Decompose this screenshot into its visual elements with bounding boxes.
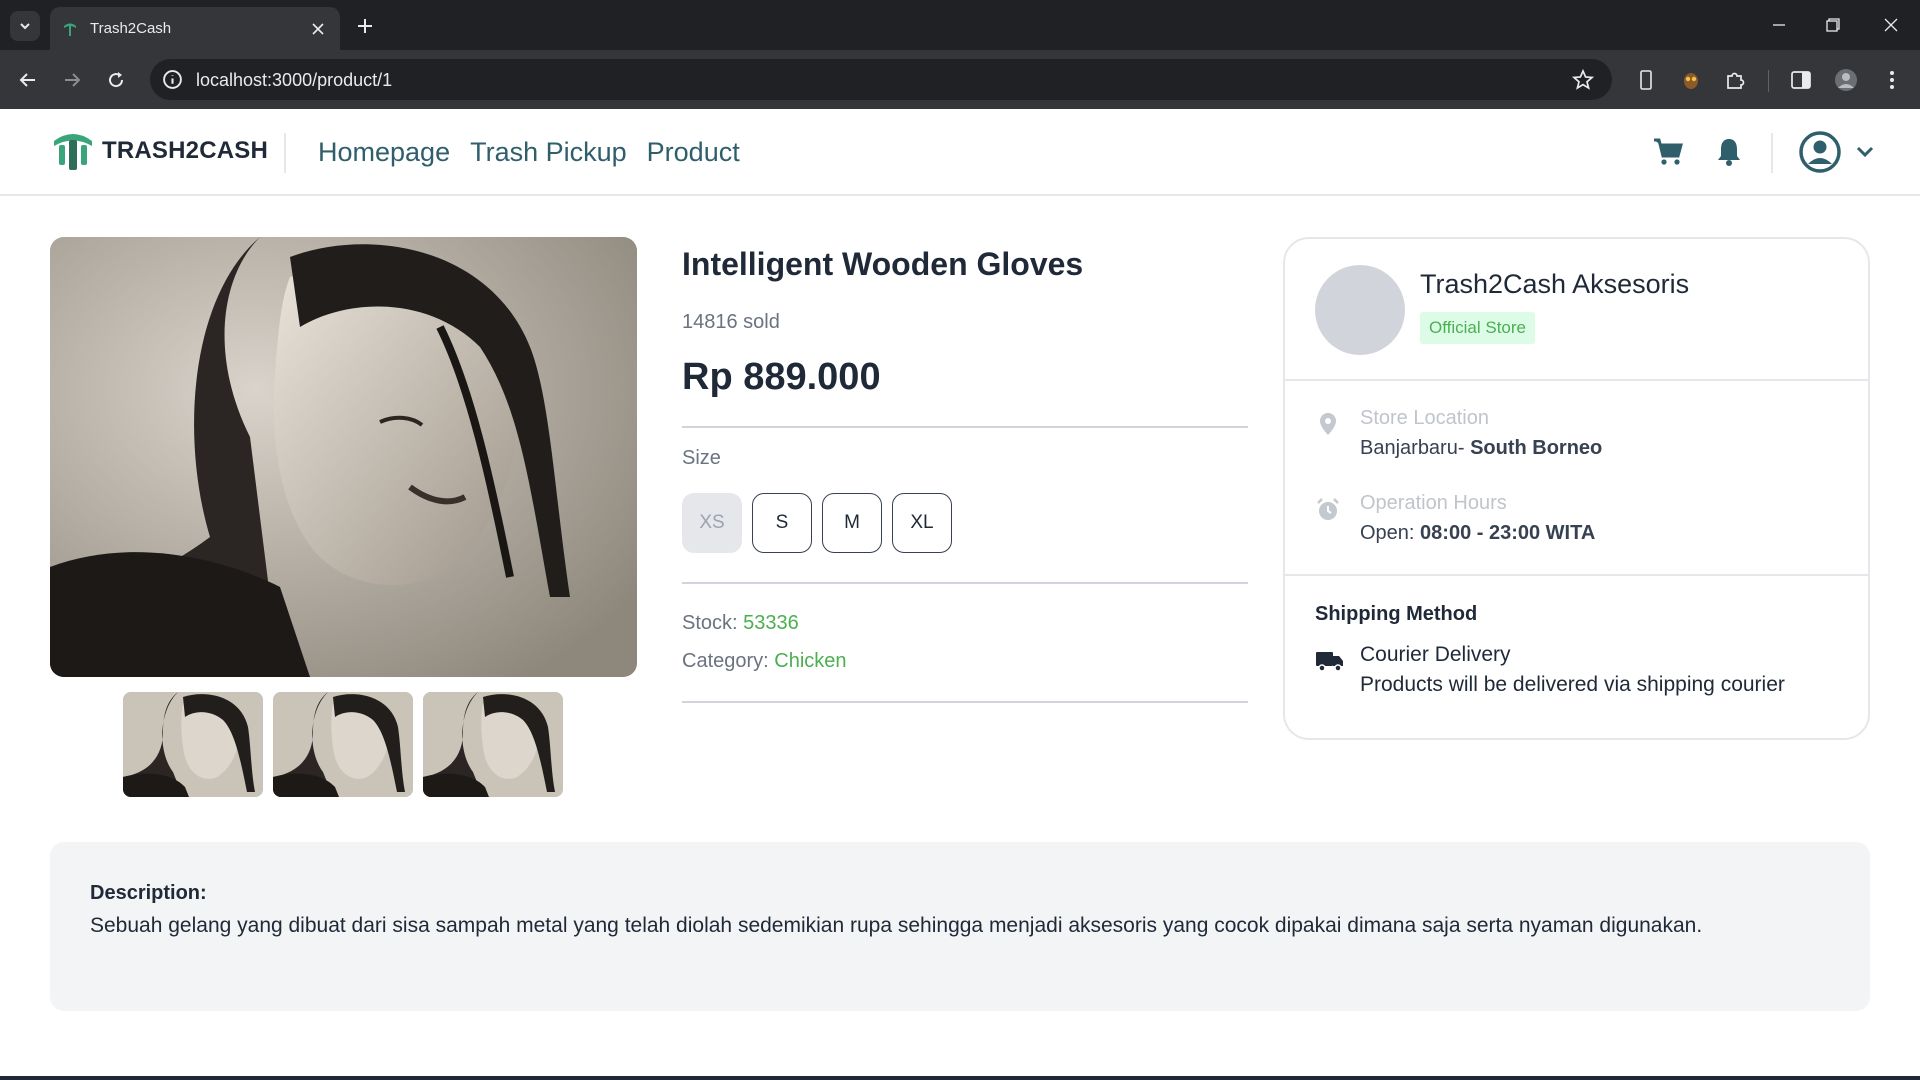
card-divider [1285, 574, 1868, 576]
url-text: localhost:3000/product/1 [196, 70, 393, 90]
operation-hours-value: Open: 08:00 - 23:00 WITA [1360, 522, 1595, 545]
chevron-down-icon [20, 23, 30, 30]
back-icon[interactable] [14, 66, 42, 94]
extensions-puzzle-icon[interactable] [1723, 68, 1747, 92]
thumbnail-photo [423, 692, 563, 797]
description-title: Description: [90, 882, 207, 904]
tab-search-button[interactable] [10, 11, 40, 41]
category-info: Category: Chicken [682, 650, 847, 673]
window-bottom-edge [0, 1076, 1920, 1080]
location-city: Banjarbaru- [1360, 437, 1471, 459]
location-region: South Borneo [1470, 437, 1603, 459]
address-bar[interactable]: localhost:3000/product/1 [150, 59, 1612, 100]
thumbnail-photo [123, 692, 263, 797]
product-main-image[interactable] [50, 237, 637, 677]
product-name: Intelligent Wooden Gloves [682, 246, 1084, 282]
size-s-button[interactable]: S [752, 493, 812, 553]
shipping-name: Courier Delivery [1360, 643, 1511, 666]
size-xl-button[interactable]: XL [892, 493, 952, 553]
operation-hours-label: Operation Hours [1360, 492, 1507, 514]
favicon-icon [64, 23, 76, 36]
hours-value: 08:00 - 23:00 WITA [1420, 522, 1596, 544]
extension-owl-icon[interactable] [1679, 68, 1703, 92]
nav-product[interactable]: Product [647, 137, 740, 168]
side-panel-icon[interactable] [1789, 68, 1813, 92]
divider [682, 426, 1248, 428]
close-tab-icon[interactable] [308, 19, 328, 39]
description-section: Description: Sebuah gelang yang dibuat d… [50, 842, 1870, 1011]
delivery-truck-icon [1316, 652, 1343, 672]
sold-count: 14816 sold [682, 311, 780, 333]
thumbnail-3[interactable] [423, 692, 563, 797]
store-card: Trash2Cash Aksesoris Official Store Stor… [1283, 237, 1870, 740]
logo-text: TRASH2CASH [102, 137, 269, 164]
forward-icon[interactable] [58, 66, 86, 94]
card-divider [1285, 379, 1868, 381]
shipping-description: Products will be delivered via shipping … [1360, 673, 1785, 696]
thumbnail-photo [273, 692, 413, 797]
reload-icon[interactable] [102, 66, 130, 94]
category-label: Category: [682, 650, 775, 672]
minimize-icon[interactable] [1752, 0, 1806, 50]
divider [682, 582, 1248, 584]
store-location-value: Banjarbaru- South Borneo [1360, 437, 1602, 460]
alarm-clock-icon [1317, 498, 1339, 520]
toolbar-divider [1768, 70, 1769, 92]
store-name[interactable]: Trash2Cash Aksesoris [1420, 269, 1689, 300]
new-tab-icon[interactable] [352, 13, 378, 39]
nav-trash-pickup[interactable]: Trash Pickup [470, 137, 627, 168]
browser-menu-icon[interactable] [1880, 68, 1904, 92]
size-xs-button[interactable]: XS [682, 493, 742, 553]
profile-avatar-icon[interactable] [1834, 68, 1858, 92]
site-info-icon[interactable] [162, 69, 183, 90]
store-location-label: Store Location [1360, 407, 1489, 429]
site-logo[interactable]: TRASH2CASH [52, 131, 268, 171]
browser-tab[interactable]: Trash2Cash [50, 7, 340, 50]
nav-homepage[interactable]: Homepage [318, 137, 450, 168]
header-divider-right [1771, 133, 1773, 173]
size-options: XS S M XL [682, 493, 962, 553]
tab-title: Trash2Cash [90, 20, 172, 37]
size-m-button[interactable]: M [822, 493, 882, 553]
stock-value: 53336 [743, 612, 799, 634]
description-text: Sebuah gelang yang dibuat dari sisa samp… [90, 914, 1703, 937]
main-nav: Homepage Trash Pickup Product [318, 137, 760, 168]
cart-icon[interactable] [1651, 135, 1685, 169]
stock-info: Stock: 53336 [682, 612, 799, 635]
restore-icon[interactable] [1806, 0, 1860, 50]
header-divider [284, 133, 286, 173]
trash2cash-logo-icon [54, 134, 92, 170]
browser-toolbar: localhost:3000/product/1 [0, 50, 1920, 109]
device-icon[interactable] [1634, 68, 1658, 92]
notification-bell-icon[interactable] [1712, 135, 1746, 169]
product-price: Rp 889.000 [682, 356, 881, 398]
shipping-method-title: Shipping Method [1315, 603, 1478, 625]
hours-prefix: Open: [1360, 522, 1421, 544]
account-chevron-down-icon[interactable] [1848, 135, 1882, 169]
location-pin-icon [1320, 413, 1336, 435]
thumbnail-2[interactable] [273, 692, 413, 797]
close-window-icon[interactable] [1864, 0, 1918, 50]
size-label: Size [682, 447, 721, 469]
browser-tabstrip: Trash2Cash [0, 0, 1920, 50]
divider [682, 701, 1248, 703]
official-store-badge: Official Store [1420, 312, 1536, 344]
user-account-icon[interactable] [1799, 131, 1841, 173]
product-thumbnails [123, 692, 573, 797]
site-header: TRASH2CASH Homepage Trash Pickup Product [0, 109, 1920, 196]
stock-label: Stock: [682, 612, 744, 634]
thumbnail-1[interactable] [123, 692, 263, 797]
category-link[interactable]: Chicken [774, 650, 846, 672]
store-avatar[interactable] [1315, 265, 1405, 355]
bookmark-star-icon[interactable] [1572, 69, 1594, 91]
portrait-photo [50, 237, 637, 677]
